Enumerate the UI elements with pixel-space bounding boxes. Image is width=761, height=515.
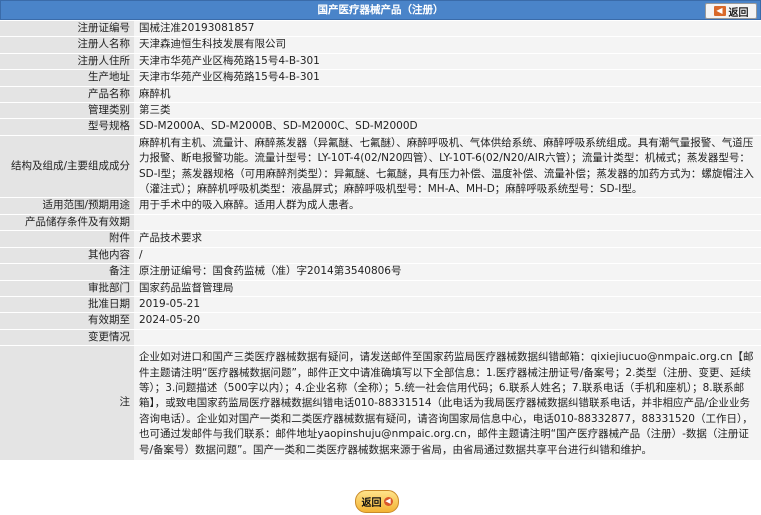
table-row: 产品名称 麻醉机 bbox=[0, 86, 761, 104]
table-row: 注册人名称 天津森迪恒生科技发展有限公司 bbox=[0, 36, 761, 54]
table-row: 型号规格 SD-M2000A、SD-M2000B、SD-M2000C、SD-M2… bbox=[0, 118, 761, 136]
row-label-approval-date: 批准日期 bbox=[0, 296, 134, 314]
row-label-scope: 适用范围/预期用途 bbox=[0, 197, 134, 215]
back-button-bottom-label: 返回 bbox=[361, 498, 382, 509]
row-value-approval-date: 2019-05-21 bbox=[134, 296, 761, 314]
table-row: 附件 产品技术要求 bbox=[0, 230, 761, 248]
page-header: 国产医疗器械产品（注册） ◀ 返回 bbox=[0, 0, 761, 20]
row-label-other: 其他内容 bbox=[0, 247, 134, 265]
row-value-model-spec: SD-M2000A、SD-M2000B、SD-M2000C、SD-M2000D bbox=[134, 118, 761, 136]
table-row: 注册证编号 国械注准20193081857 bbox=[0, 21, 761, 38]
row-label-category: 管理类别 bbox=[0, 102, 134, 120]
back-button-top[interactable]: ◀ 返回 bbox=[705, 3, 757, 19]
row-value-storage bbox=[134, 214, 761, 232]
row-label-changes: 变更情况 bbox=[0, 329, 134, 347]
table-row: 备注 原注册证编号：国食药监械（准）字2014第3540806号 bbox=[0, 263, 761, 281]
row-label-remarks: 备注 bbox=[0, 263, 134, 281]
back-button-bottom[interactable]: 返回 ◀ bbox=[355, 490, 399, 513]
row-value-product-name: 麻醉机 bbox=[134, 86, 761, 104]
row-value-approval-dept: 国家药品监督管理局 bbox=[134, 280, 761, 297]
table-row: 变更情况 bbox=[0, 329, 761, 347]
row-value-remarks: 原注册证编号：国食药监械（准）字2014第3540806号 bbox=[134, 263, 761, 281]
table-row: 生产地址 天津市华苑产业区梅苑路15号4-B-301 bbox=[0, 69, 761, 87]
row-value-production-address: 天津市华苑产业区梅苑路15号4-B-301 bbox=[134, 69, 761, 87]
row-value-other: / bbox=[134, 247, 761, 265]
row-label-storage: 产品储存条件及有效期 bbox=[0, 214, 134, 232]
row-label-valid-until: 有效期至 bbox=[0, 312, 134, 330]
row-label-registrant-address: 注册人住所 bbox=[0, 53, 134, 71]
page-title: 国产医疗器械产品（注册） bbox=[317, 4, 444, 16]
table-row: 批准日期 2019-05-21 bbox=[0, 296, 761, 314]
row-value-category: 第三类 bbox=[134, 102, 761, 120]
table-row: 其他内容 / bbox=[0, 247, 761, 265]
row-value-attachment: 产品技术要求 bbox=[134, 230, 761, 248]
row-label-model-spec: 型号规格 bbox=[0, 118, 134, 136]
row-label-approval-dept: 审批部门 bbox=[0, 280, 134, 297]
back-arrow-icon: ◀ bbox=[383, 497, 393, 506]
back-arrow-icon: ◀ bbox=[713, 6, 726, 16]
row-label-cert-no: 注册证编号 bbox=[0, 21, 134, 38]
row-value-changes bbox=[134, 329, 761, 347]
table-row: 产品储存条件及有效期 bbox=[0, 214, 761, 232]
row-value-scope: 用于手术中的吸入麻醉。适用人群为成人患者。 bbox=[134, 197, 761, 215]
table-row: 注 企业如对进口和国产三类医疗器械数据有疑问，请发送邮件至国家药监局医疗器械数据… bbox=[0, 345, 761, 461]
row-value-note: 企业如对进口和国产三类医疗器械数据有疑问，请发送邮件至国家药监局医疗器械数据纠错… bbox=[134, 345, 761, 461]
row-value-structure: 麻醉机有主机、流量计、麻醉蒸发器（异氟醚、七氟醚）、麻醉呼吸机、气体供给系统、麻… bbox=[134, 135, 761, 199]
back-button-label: 返回 bbox=[728, 7, 749, 19]
row-label-production-address: 生产地址 bbox=[0, 69, 134, 87]
row-value-registrant-name: 天津森迪恒生科技发展有限公司 bbox=[134, 36, 761, 54]
row-label-structure: 结构及组成/主要组成成分 bbox=[0, 135, 134, 199]
row-value-cert-no: 国械注准20193081857 bbox=[134, 21, 761, 38]
row-value-registrant-address: 天津市华苑产业区梅苑路15号4-B-301 bbox=[134, 53, 761, 71]
table-row: 注册人住所 天津市华苑产业区梅苑路15号4-B-301 bbox=[0, 53, 761, 71]
row-label-product-name: 产品名称 bbox=[0, 86, 134, 104]
table-row: 有效期至 2024-05-20 bbox=[0, 312, 761, 330]
row-label-registrant-name: 注册人名称 bbox=[0, 36, 134, 54]
registration-info-table: 注册证编号 国械注准20193081857 注册人名称 天津森迪恒生科技发展有限… bbox=[0, 21, 761, 461]
row-label-attachment: 附件 bbox=[0, 230, 134, 248]
table-row: 管理类别 第三类 bbox=[0, 102, 761, 120]
table-row: 结构及组成/主要组成成分 麻醉机有主机、流量计、麻醉蒸发器（异氟醚、七氟醚）、麻… bbox=[0, 135, 761, 199]
table-row: 审批部门 国家药品监督管理局 bbox=[0, 280, 761, 297]
table-row: 适用范围/预期用途 用于手术中的吸入麻醉。适用人群为成人患者。 bbox=[0, 197, 761, 215]
row-value-valid-until: 2024-05-20 bbox=[134, 312, 761, 330]
row-label-note: 注 bbox=[0, 345, 134, 461]
